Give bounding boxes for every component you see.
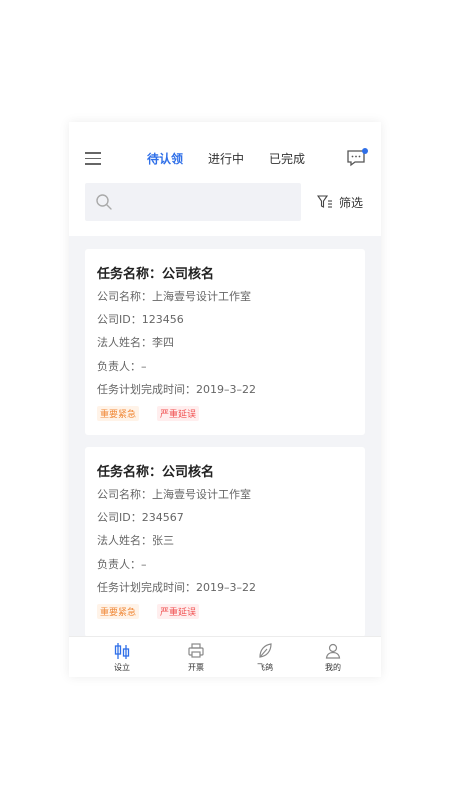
unread-dot xyxy=(362,148,368,154)
legal-person: 法人姓名：张三 xyxy=(97,534,174,547)
urgent-tag: 重要紧急 xyxy=(97,604,140,619)
menu-icon[interactable] xyxy=(85,152,101,165)
filter-button[interactable]: 筛选 xyxy=(317,194,363,210)
search-bar[interactable] xyxy=(85,183,301,221)
bottom-tab-bar: 设立 开票 飞鸽 我的 xyxy=(69,636,381,677)
tabbar-item-invoice[interactable]: 开票 xyxy=(176,642,216,673)
task-title: 任务名称：公司核名 xyxy=(97,465,215,480)
company-id: 公司ID：123456 xyxy=(97,313,184,326)
legal-person: 法人姓名：李四 xyxy=(97,336,174,349)
feather-icon xyxy=(259,643,272,658)
task-card[interactable]: 任务名称：公司核名 公司名称：上海壹号设计工作室 公司ID：123456 法人姓… xyxy=(85,249,365,435)
phone-screen: 待认领 进行中 已完成 筛选 任务名称：公司核名 公司名称：上海壹号设计工作室 … xyxy=(69,122,381,677)
establish-icon xyxy=(114,643,130,659)
header: 待认领 进行中 已完成 筛选 xyxy=(69,122,381,236)
tabbar-item-mine[interactable]: 我的 xyxy=(313,642,353,673)
task-deadline: 任务计划完成时间：2019–3–22 xyxy=(97,383,256,396)
printer-icon xyxy=(188,643,204,658)
task-title: 任务名称：公司核名 xyxy=(97,267,215,282)
tabbar-label: 飞鸽 xyxy=(257,663,273,672)
company-name: 公司名称：上海壹号设计工作室 xyxy=(97,290,251,303)
tab-pending[interactable]: 待认领 xyxy=(147,150,183,167)
tabbar-item-feige[interactable]: 飞鸽 xyxy=(245,642,285,673)
task-card[interactable]: 任务名称：公司核名 公司名称：上海壹号设计工作室 公司ID：234567 法人姓… xyxy=(85,447,365,637)
search-input[interactable] xyxy=(121,191,295,215)
tabbar-item-establish[interactable]: 设立 xyxy=(102,642,142,673)
tabbar-label: 开票 xyxy=(188,663,204,672)
urgent-tag: 重要紧急 xyxy=(97,406,140,421)
delay-tag: 严重延误 xyxy=(157,604,200,619)
tab-in-progress[interactable]: 进行中 xyxy=(208,150,244,167)
filter-label: 筛选 xyxy=(339,195,364,210)
task-owner: 负责人：– xyxy=(97,558,147,571)
user-icon xyxy=(325,643,341,659)
task-deadline: 任务计划完成时间：2019–3–22 xyxy=(97,581,256,594)
search-icon xyxy=(96,194,112,210)
filter-icon xyxy=(317,195,332,208)
tabbar-label: 我的 xyxy=(325,663,341,672)
tabbar-label: 设立 xyxy=(114,663,130,672)
company-id: 公司ID：234567 xyxy=(97,511,184,524)
tab-completed[interactable]: 已完成 xyxy=(269,150,305,167)
task-owner: 负责人：– xyxy=(97,360,147,373)
company-name: 公司名称：上海壹号设计工作室 xyxy=(97,488,251,501)
delay-tag: 严重延误 xyxy=(157,406,200,421)
